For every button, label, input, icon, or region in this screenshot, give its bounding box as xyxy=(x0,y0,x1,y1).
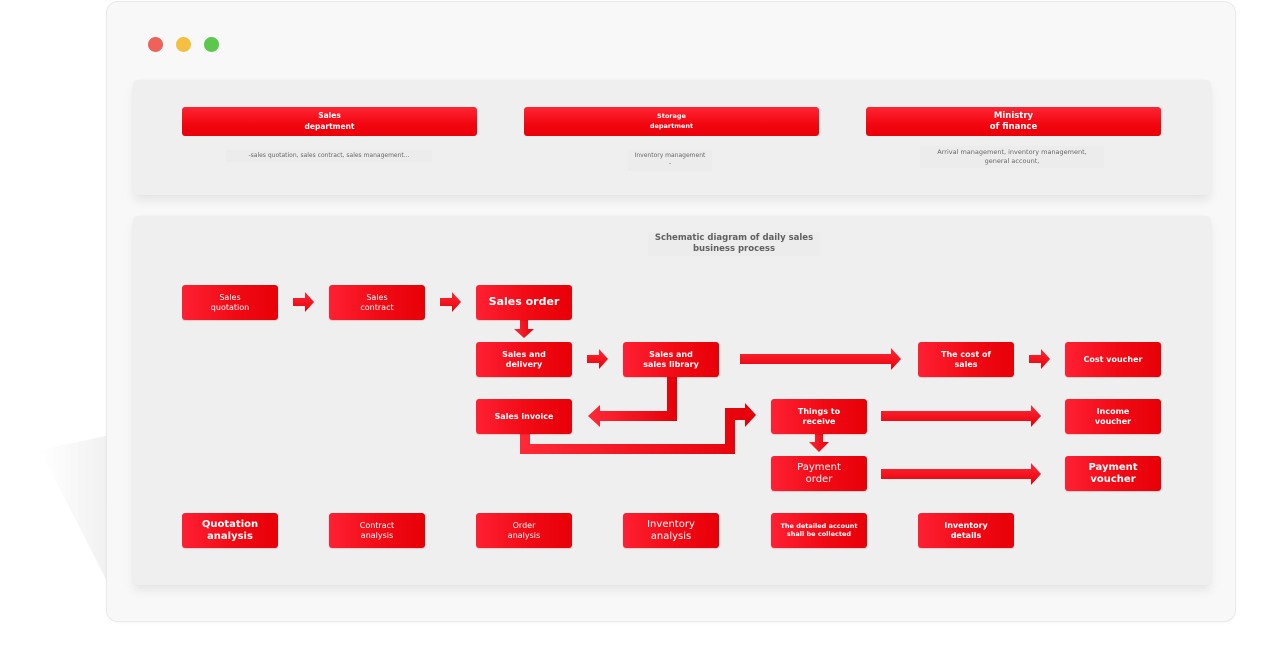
department-finance-description: Arrival management, inventory management… xyxy=(920,146,1104,169)
analysis-order[interactable]: Order analysis xyxy=(476,513,572,548)
analysis-inventory-label: Inventory analysis xyxy=(647,519,695,542)
node-sales-order-label: Sales order xyxy=(488,295,560,309)
analysis-inventory-details-label: Inventory details xyxy=(944,521,988,540)
analysis-detailed-account-label: The detailed account shall be collected xyxy=(780,522,858,538)
department-sales[interactable]: Sales department xyxy=(182,107,477,136)
node-sales-library[interactable]: Sales and sales library xyxy=(623,342,719,377)
node-sales-contract-label: Sales contract xyxy=(360,293,394,312)
node-payment-order[interactable]: Payment order xyxy=(771,456,867,491)
node-things-to-receive-label: Things to receive xyxy=(797,407,841,426)
node-sales-quotation[interactable]: Sales quotation xyxy=(182,285,278,320)
node-cost-of-sales-label: The cost of sales xyxy=(941,350,991,369)
node-sales-invoice[interactable]: Sales invoice xyxy=(476,399,572,434)
node-sales-contract[interactable]: Sales contract xyxy=(329,285,425,320)
node-income-voucher-label: Income voucher xyxy=(1094,407,1132,426)
department-storage-title: Storage department xyxy=(649,112,694,130)
analysis-contract[interactable]: Contract analysis xyxy=(329,513,425,548)
node-payment-voucher-label: Payment voucher xyxy=(1088,462,1138,485)
department-sales-title: Sales department xyxy=(304,110,355,131)
diagram-title: Schematic diagram of daily sales busines… xyxy=(648,232,820,257)
node-cost-voucher-label: Cost voucher xyxy=(1083,354,1143,364)
department-finance[interactable]: Ministry of finance xyxy=(866,107,1161,136)
page: Sales department -sales quotation, sales… xyxy=(0,0,1280,657)
analysis-contract-label: Contract analysis xyxy=(359,521,395,540)
analysis-quotation[interactable]: Quotation analysis xyxy=(182,513,278,548)
node-things-to-receive[interactable]: Things to receive xyxy=(771,399,867,434)
node-cost-voucher[interactable]: Cost voucher xyxy=(1065,342,1161,377)
node-sales-invoice-label: Sales invoice xyxy=(494,411,554,421)
node-sales-order[interactable]: Sales order xyxy=(476,285,572,320)
department-storage[interactable]: Storage department xyxy=(524,107,819,136)
node-payment-voucher[interactable]: Payment voucher xyxy=(1065,456,1161,491)
node-cost-of-sales[interactable]: The cost of sales xyxy=(918,342,1014,377)
department-storage-description: Inventory management - xyxy=(628,150,712,171)
node-sales-delivery-label: Sales and delivery xyxy=(502,350,546,369)
departments-panel xyxy=(133,80,1211,195)
department-finance-title: Ministry of finance xyxy=(989,111,1038,132)
analysis-detailed-account[interactable]: The detailed account shall be collected xyxy=(771,513,867,548)
department-sales-description: -sales quotation, sales contract, sales … xyxy=(226,150,432,163)
close-window-button[interactable] xyxy=(148,37,163,52)
minimize-window-button[interactable] xyxy=(176,37,191,52)
node-sales-quotation-label: Sales quotation xyxy=(210,293,250,312)
analysis-inventory[interactable]: Inventory analysis xyxy=(623,513,719,548)
analysis-order-label: Order analysis xyxy=(507,521,541,540)
analysis-inventory-details[interactable]: Inventory details xyxy=(918,513,1014,548)
node-sales-library-label: Sales and sales library xyxy=(643,350,699,369)
node-payment-order-label: Payment order xyxy=(797,462,841,485)
node-sales-delivery[interactable]: Sales and delivery xyxy=(476,342,572,377)
maximize-window-button[interactable] xyxy=(204,37,219,52)
analysis-quotation-label: Quotation analysis xyxy=(201,519,259,542)
node-income-voucher[interactable]: Income voucher xyxy=(1065,399,1161,434)
